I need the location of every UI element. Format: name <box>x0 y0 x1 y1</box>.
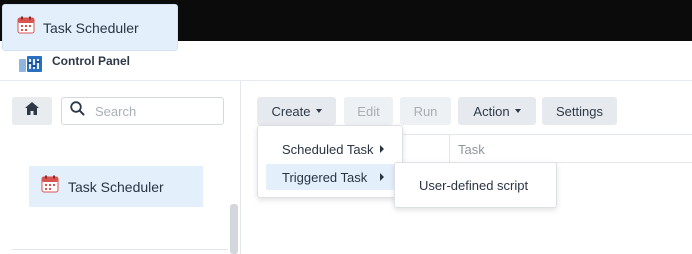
sidebar: Task Scheduler <box>0 81 241 254</box>
menu-item-label: User-defined script <box>419 177 529 193</box>
menu-item-label: Triggered Task <box>282 169 368 185</box>
chevron-right-icon <box>380 173 384 181</box>
menu-item-scheduled-task[interactable]: Scheduled Task <box>266 136 394 162</box>
column-header-task[interactable]: Task <box>458 142 485 157</box>
triggered-task-submenu: User-defined script <box>394 162 557 208</box>
calendar-icon <box>41 175 59 198</box>
action-button-label: Action <box>473 103 510 119</box>
menu-item-user-defined-script[interactable]: User-defined script <box>403 172 549 198</box>
run-button-label: Run <box>413 103 438 119</box>
taskbar-task-scheduler-tab[interactable]: Task Scheduler <box>2 4 178 51</box>
create-button-label: Create <box>271 103 311 119</box>
control-panel-icon <box>19 56 43 78</box>
calendar-icon <box>17 16 35 39</box>
window-header: Control Panel <box>0 51 692 81</box>
settings-button[interactable]: Settings <box>542 97 617 125</box>
chevron-right-icon <box>380 145 384 153</box>
edit-button[interactable]: Edit <box>344 97 393 125</box>
column-divider[interactable] <box>449 135 450 163</box>
create-dropdown-menu: Scheduled Task Triggered Task <box>257 125 403 198</box>
run-button[interactable]: Run <box>400 97 451 125</box>
menu-item-label: Scheduled Task <box>282 141 374 157</box>
sidebar-item-label: Task Scheduler <box>68 178 164 195</box>
create-button[interactable]: Create <box>257 97 336 125</box>
action-button[interactable]: Action <box>458 97 536 125</box>
caret-down-icon <box>315 109 322 113</box>
home-icon <box>25 102 39 120</box>
search-input[interactable] <box>95 103 215 119</box>
menu-item-triggered-task[interactable]: Triggered Task <box>266 164 394 190</box>
task-grid-header: Task <box>402 134 692 163</box>
edit-button-label: Edit <box>357 103 380 119</box>
settings-button-label: Settings <box>556 103 603 119</box>
search-icon <box>70 101 85 121</box>
window-title: Control Panel <box>52 54 131 68</box>
sidebar-scrollbar[interactable] <box>230 204 238 254</box>
taskbar-tab-label: Task Scheduler <box>43 19 139 36</box>
caret-down-icon <box>514 109 521 113</box>
sidebar-divider <box>12 249 228 250</box>
sidebar-item-task-scheduler[interactable]: Task Scheduler <box>29 166 203 207</box>
search-field[interactable] <box>61 97 224 125</box>
home-button[interactable] <box>12 97 52 125</box>
